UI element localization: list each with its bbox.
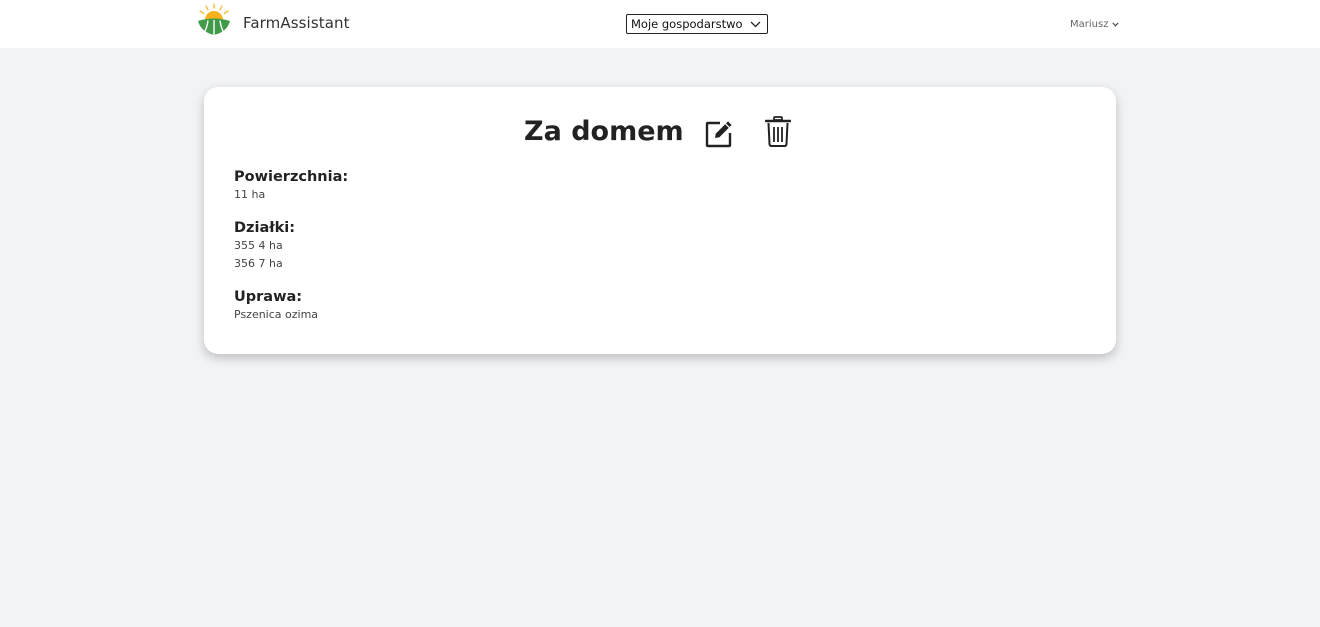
- farm-select-value: Moje gospodarstwo: [631, 17, 743, 31]
- card-header: Za domem: [204, 113, 1116, 155]
- pencil-square-icon: [704, 121, 734, 152]
- plot-item: 356 7 ha: [234, 257, 283, 270]
- trash-icon: [764, 116, 792, 151]
- brand-link[interactable]: FarmAssistant: [196, 3, 350, 43]
- navbar: FarmAssistant Moje gospodarstwo Mariusz: [0, 0, 1320, 48]
- chevron-down-icon: [750, 21, 761, 28]
- edit-button[interactable]: [704, 119, 734, 149]
- chevron-down-icon: [1112, 21, 1120, 27]
- field-details-card: Za domem Powierzchnia: 11 ha Działki: 35…: [204, 87, 1116, 354]
- crop-label: Uprawa:: [234, 289, 303, 305]
- crop-section: Uprawa: Pszenica ozima: [234, 288, 318, 324]
- plots-section: Działki: 355 4 ha 356 7 ha: [234, 219, 295, 273]
- plots-label: Działki:: [234, 220, 296, 236]
- farm-select[interactable]: Moje gospodarstwo: [626, 14, 768, 34]
- plot-item: 355 4 ha: [234, 239, 283, 252]
- delete-button[interactable]: [764, 116, 792, 151]
- field-title: Za domem: [524, 116, 684, 147]
- area-section: Powierzchnia: 11 ha: [234, 168, 348, 204]
- area-value: 11 ha: [234, 188, 266, 201]
- crop-value: Pszenica ozima: [234, 308, 319, 321]
- farm-logo-icon: [196, 3, 232, 43]
- user-name: Mariusz: [1070, 18, 1109, 30]
- area-label: Powierzchnia:: [234, 169, 349, 185]
- user-menu[interactable]: Mariusz: [1070, 17, 1120, 31]
- brand-name: FarmAssistant: [243, 14, 350, 32]
